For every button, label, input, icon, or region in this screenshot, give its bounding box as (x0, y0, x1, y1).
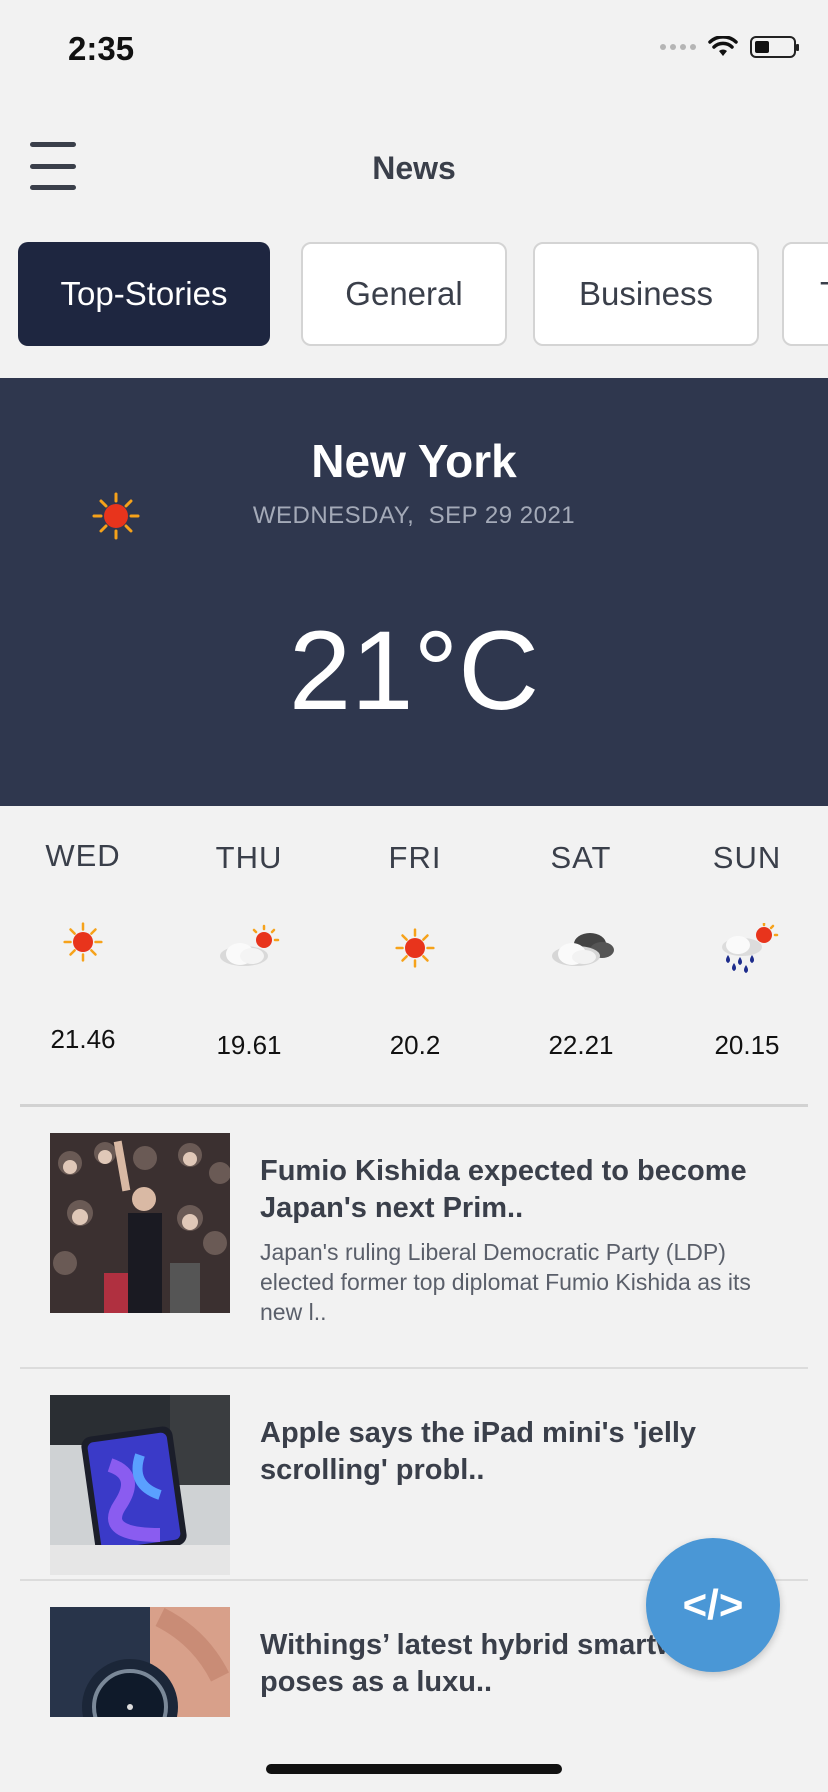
status-bar: 2:35 (0, 0, 828, 96)
tab-general[interactable]: General (301, 242, 507, 346)
forecast-temp: 21.46 (50, 1024, 116, 1054)
forecast-temp: 22.21 (548, 1030, 614, 1060)
forecast-day-sun: SUN 20.15 (664, 806, 828, 1096)
forecast-day-label: SAT (550, 840, 612, 875)
sun-icon (0, 910, 166, 974)
news-title: Apple says the iPad mini's 'jelly scroll… (260, 1417, 697, 1486)
forecast-day-fri: FRI 20.2 (332, 806, 498, 1096)
code-fab-button[interactable]: </> (646, 1538, 780, 1672)
status-icons (660, 36, 799, 58)
forecast-day-thu: THU 19.61 (166, 806, 332, 1096)
weather-panel: New York WEDNESDAY, SEP 29 2021 21°C (0, 378, 828, 806)
forecast-day-wed: WED 21.46 (0, 806, 166, 1096)
forecast-day-label: THU (215, 840, 283, 875)
current-temperature: 21°C (288, 608, 540, 733)
app-header: News (0, 96, 828, 236)
rain-sun-icon (664, 916, 828, 980)
page-title: News (372, 150, 456, 186)
cloud-icon (498, 916, 664, 980)
battery-icon (750, 36, 799, 58)
sun-icon (332, 916, 498, 980)
forecast-day-label: SUN (712, 840, 782, 875)
news-thumbnail (50, 1133, 230, 1313)
news-title: Fumio Kishida expected to become Japan's… (260, 1155, 747, 1224)
news-item[interactable]: Fumio Kishida expected to become Japan's… (20, 1107, 808, 1369)
forecast-temp: 19.61 (216, 1030, 282, 1060)
forecast-day-sat: SAT 22.21 (498, 806, 664, 1096)
weather-date: WEDNESDAY, SEP 29 2021 (252, 502, 576, 529)
forecast-day-label: WED (45, 838, 121, 873)
cloud-sun-icon (166, 916, 332, 980)
wifi-icon (708, 36, 738, 56)
status-time: 2:35 (68, 30, 135, 67)
city-name: New York (311, 435, 517, 487)
news-thumbnail (50, 1395, 230, 1575)
forecast-day-label: FRI (388, 840, 442, 875)
code-icon: </> (682, 1581, 744, 1628)
signal-icon (660, 44, 696, 50)
tab-business[interactable]: Business (533, 242, 759, 346)
home-indicator[interactable] (266, 1764, 562, 1774)
news-thumbnail (50, 1607, 230, 1717)
tab-top-stories[interactable]: Top-Stories (18, 242, 270, 346)
bottom-safe-area (0, 1717, 828, 1792)
forecast-temp: 20.15 (714, 1030, 780, 1060)
forecast-temp: 20.2 (389, 1030, 441, 1060)
forecast-row: WED 21.46 THU 19.61 FRI 20.2 SAT 22.21 S… (0, 806, 828, 1104)
category-tabs: Top-Stories General Business T (18, 242, 828, 348)
news-description: Japan's ruling Liberal Democratic Party … (260, 1239, 751, 1325)
tab-partial[interactable]: T (782, 242, 828, 346)
